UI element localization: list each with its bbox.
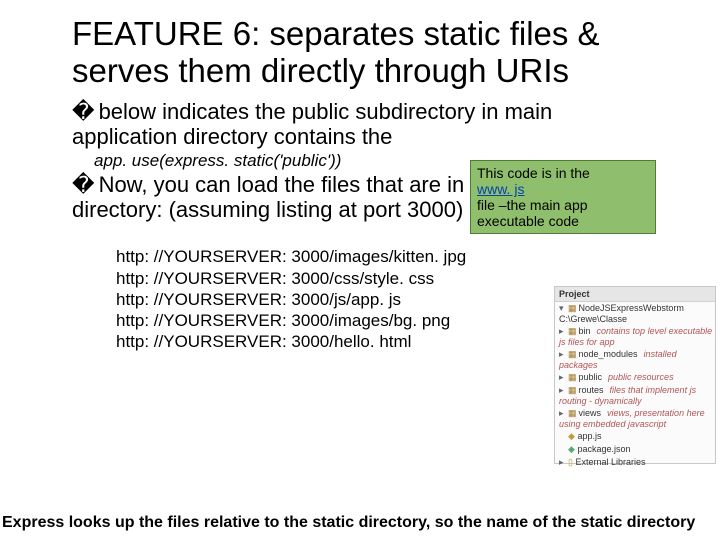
tree-folder-bin[interactable]: ▸▦bincontains top level executable js fi…	[555, 325, 715, 348]
tree-file-appjs[interactable]: ◆ app.js	[555, 430, 715, 443]
project-tree-panel: Project ▾▦NodeJSExpressWebstorm C:\Grewe…	[554, 286, 716, 464]
slide-title: FEATURE 6: separates static files & serv…	[72, 16, 648, 90]
tree-folder-node-modules[interactable]: ▸▦node_modulesinstalled packages	[555, 348, 715, 371]
url-item: http: //YOURSERVER: 3000/images/kitten. …	[116, 246, 648, 267]
bullet-1: below indicates the public subdirectory …	[72, 100, 648, 149]
tree-file-packagejson[interactable]: ◆ package.json	[555, 443, 715, 456]
footer-note: Express looks up the files relative to t…	[0, 514, 720, 532]
callout-link[interactable]: www. js	[477, 181, 524, 197]
tree-external-libraries[interactable]: ▸▯ External Libraries	[555, 456, 715, 469]
tree-folder-routes[interactable]: ▸▦routesfiles that implement js routing …	[555, 384, 715, 407]
callout-line-1: This code is in the	[477, 165, 590, 181]
callout-line-2: file –the main app executable code	[477, 197, 588, 229]
project-root: ▾▦NodeJSExpressWebstorm C:\Grewe\Classe	[555, 302, 715, 325]
callout-box: This code is in the www. js file –the ma…	[470, 160, 656, 234]
tree-folder-views[interactable]: ▸▦viewsviews, presentation here using em…	[555, 407, 715, 430]
tree-folder-public[interactable]: ▸▦publicpublic resources	[555, 371, 715, 384]
project-tree-header: Project	[555, 287, 715, 302]
